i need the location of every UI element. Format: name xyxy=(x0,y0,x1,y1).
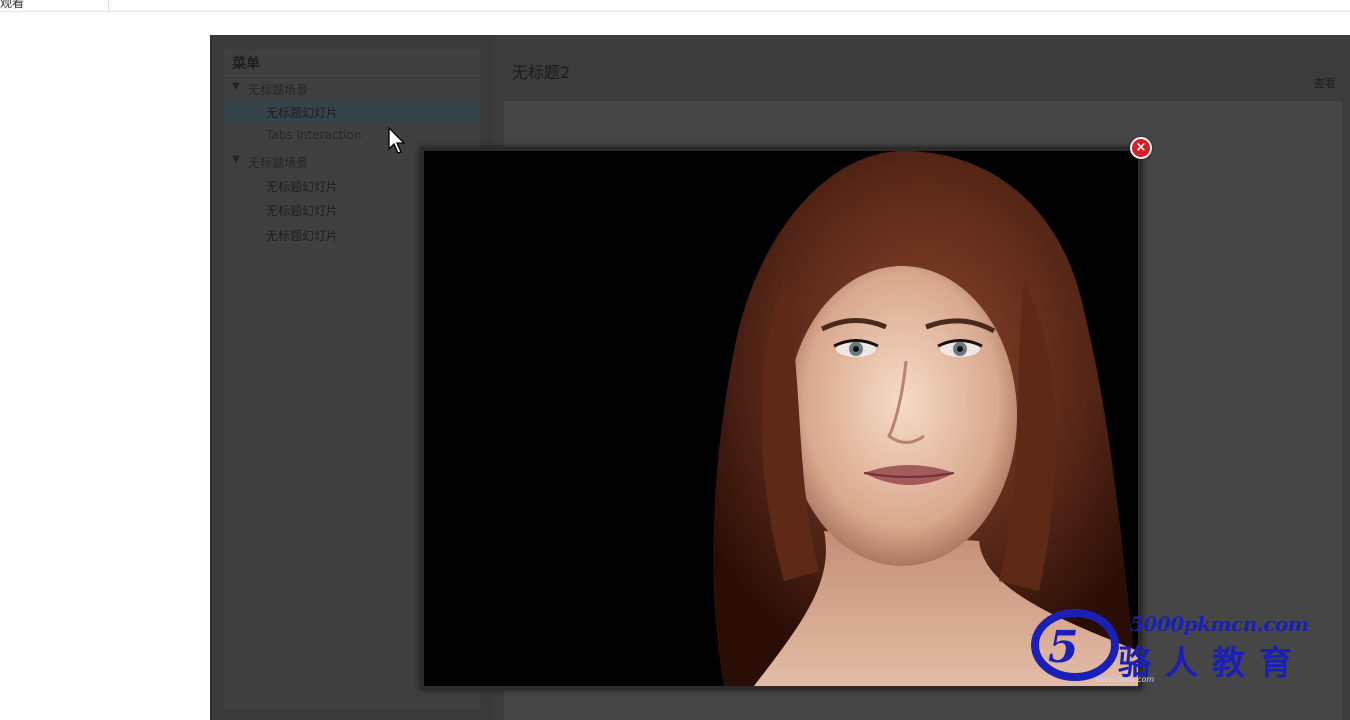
expand-caret-icon[interactable]: ▼ xyxy=(232,154,240,165)
tree-group-1[interactable]: ▼ 无标题场景 xyxy=(224,78,480,100)
tree-item-slide[interactable]: 无标题幻灯片 xyxy=(224,101,480,123)
tree-item-tabs-interaction[interactable]: Tabs Interaction xyxy=(224,125,480,147)
tree-item-label: 无标题幻灯片 xyxy=(266,106,339,120)
portrait-illustration xyxy=(424,151,1138,686)
tree-item-label: 无标题幻灯片 xyxy=(266,180,339,194)
tree-item-label: 无标题幻灯片 xyxy=(266,229,339,243)
watermark-url: 5000pkmcn.com xyxy=(1130,612,1309,636)
window-title-fragment: 观看 xyxy=(0,0,25,10)
portrait-image xyxy=(424,151,1138,686)
lightbox-close-button[interactable]: × xyxy=(1130,137,1152,159)
page-title: 无标题2 xyxy=(512,63,571,82)
view-link[interactable]: 查看 xyxy=(1314,75,1336,91)
menu-divider xyxy=(224,75,480,76)
tree-item-label: Tabs Interaction xyxy=(266,128,362,142)
tree-item-label: 无标题幻灯片 xyxy=(266,204,339,218)
top-divider xyxy=(108,0,109,11)
menu-title: 菜单 xyxy=(232,56,260,72)
tree-group-label: 无标题场景 xyxy=(248,83,309,97)
tree-group-label: 无标题场景 xyxy=(248,156,309,170)
expand-caret-icon[interactable]: ▼ xyxy=(232,81,240,92)
lightbox xyxy=(420,147,1142,690)
mouse-cursor-icon xyxy=(388,127,406,154)
watermark-name: 骆人教育 xyxy=(1118,643,1306,682)
top-strip: 观看 xyxy=(0,0,1350,12)
